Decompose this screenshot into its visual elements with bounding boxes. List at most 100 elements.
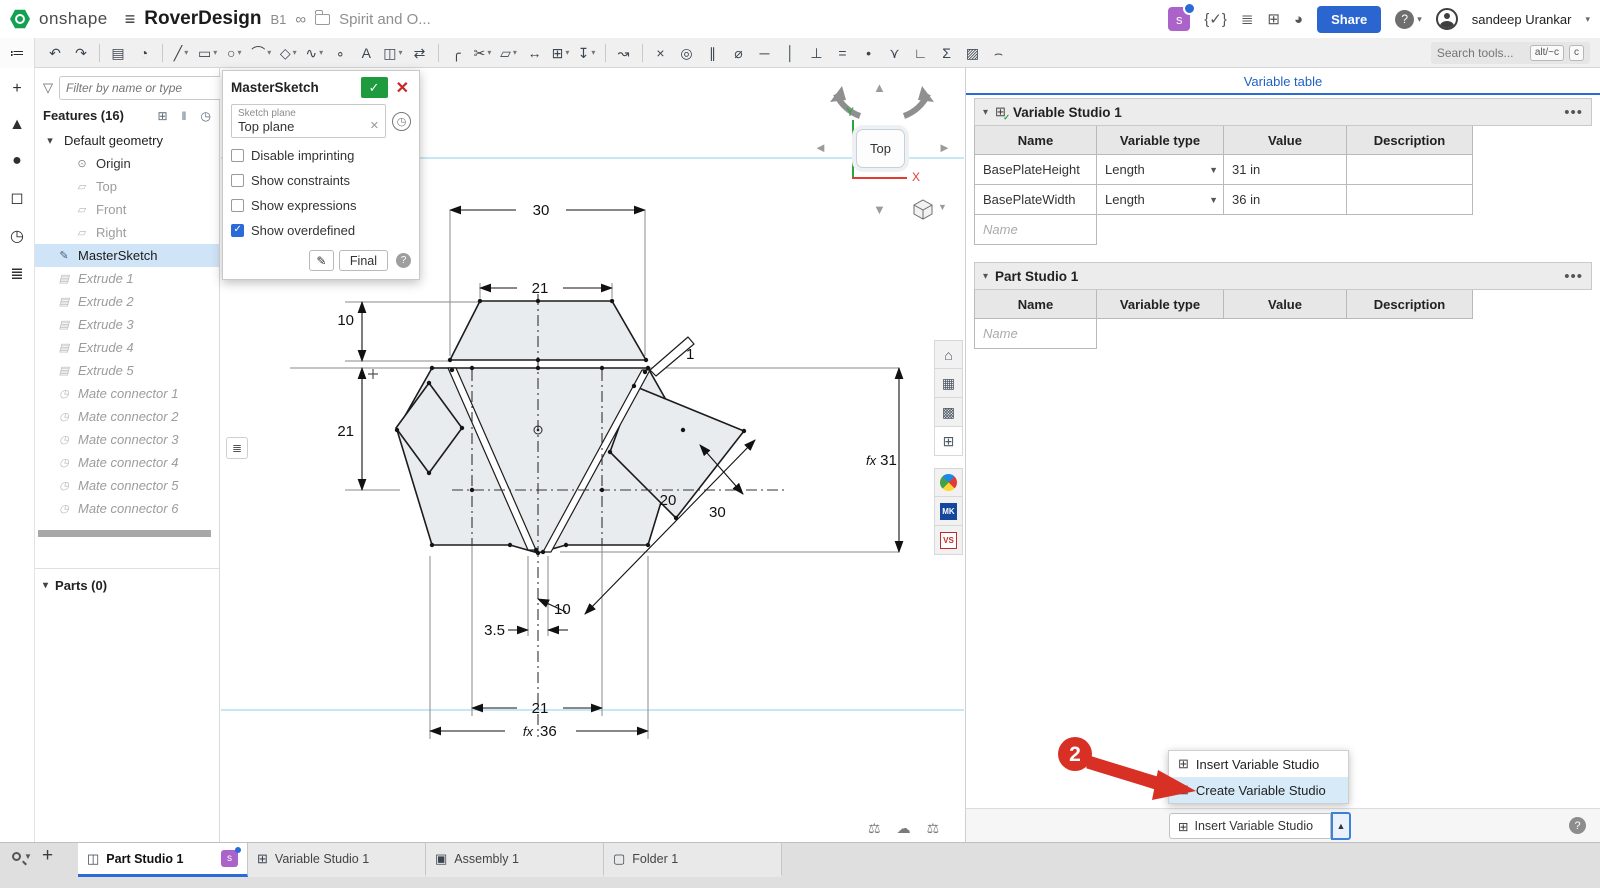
- help-icon[interactable]: ?: [1395, 10, 1414, 29]
- new-variable-row[interactable]: Name: [975, 319, 1473, 349]
- new-variable-name-input[interactable]: Name: [975, 215, 1097, 245]
- user-menu-chevron-icon[interactable]: ▾: [1585, 14, 1590, 25]
- scale-constraint-icon[interactable]: Σ ▾: [935, 41, 959, 65]
- feature-mastersketch[interactable]: ✎ MasterSketch: [35, 244, 219, 267]
- style-tool-icon[interactable]: ↝ ▾: [612, 41, 636, 65]
- variable-studio-panel-icon[interactable]: ⊞: [934, 427, 963, 456]
- panel-collapse-handle[interactable]: ≣: [226, 437, 248, 459]
- trim-tool-icon[interactable]: ✂ ▾: [471, 41, 495, 65]
- toolbar-icon[interactable]: ▾: [162, 44, 163, 62]
- print-3d-icon[interactable]: ⌂: [934, 340, 963, 369]
- link-icon[interactable]: ∞: [295, 11, 306, 28]
- chevron-down-icon[interactable]: ▾: [591, 48, 595, 57]
- release-tasks-icon[interactable]: ≣: [1241, 10, 1254, 28]
- feature-plane-front[interactable]: ▱ Front: [35, 198, 219, 221]
- feature-extrude-2[interactable]: ▤ Extrude 2: [35, 290, 219, 313]
- document-title[interactable]: RoverDesign: [144, 8, 261, 30]
- user-name[interactable]: sandeep Urankar: [1472, 12, 1572, 27]
- spline-tool-icon[interactable]: ∿ ▾: [302, 41, 326, 65]
- chevron-down-icon[interactable]: ▾: [983, 271, 988, 282]
- parts-section[interactable]: ▾ Parts (0): [35, 568, 219, 602]
- render-studio-icon[interactable]: ▦: [934, 369, 963, 398]
- symmetric-constraint-icon[interactable]: ⋎ ▾: [883, 41, 907, 65]
- checkbox-icon[interactable]: [231, 174, 244, 187]
- feature-origin[interactable]: ⊙ Origin: [35, 152, 219, 175]
- drawing-icon[interactable]: ▩: [934, 398, 963, 427]
- circle-tool-icon[interactable]: ○ ▾: [222, 41, 246, 65]
- feature-group-default-geometry[interactable]: ▾ Default geometry: [35, 129, 219, 152]
- show-constraints-checkbox[interactable]: Show constraints: [231, 173, 411, 188]
- feature-list-toggle[interactable]: ≔: [0, 38, 35, 68]
- rollback-bar[interactable]: [38, 530, 211, 537]
- insert-variable-studio-button[interactable]: ⊞ Insert Variable Studio: [1169, 813, 1331, 839]
- new-variable-name-input[interactable]: Name: [975, 319, 1097, 349]
- tab-variable-studio-1[interactable]: ⊞ Variable Studio 1: [248, 843, 426, 877]
- feature-extrude-4[interactable]: ▤ Extrude 4: [35, 336, 219, 359]
- search-tools-box[interactable]: alt/~c c: [1431, 42, 1590, 64]
- section-header[interactable]: ▾ Part Studio 1 •••: [974, 262, 1592, 290]
- export-dxf-icon[interactable]: ↧ ▾: [575, 41, 599, 65]
- sketch-plane-value[interactable]: Top plane: [238, 119, 294, 134]
- pattern-tool-icon[interactable]: ⊞ ▾: [549, 41, 573, 65]
- variable-description-cell[interactable]: [1347, 155, 1473, 185]
- appearance-icon[interactable]: ▲: [9, 116, 25, 134]
- app-mk-icon[interactable]: MK: [934, 497, 963, 526]
- parallel-constraint-icon[interactable]: ∥ ▾: [701, 41, 725, 65]
- scale-icon[interactable]: ⚖: [868, 820, 881, 837]
- chevron-down-icon[interactable]: ▾: [267, 48, 271, 57]
- checkbox-icon[interactable]: [231, 224, 244, 237]
- toolbar-icon[interactable]: ▾: [605, 44, 606, 62]
- history-icon[interactable]: ◷: [10, 226, 24, 246]
- chevron-down-icon[interactable]: ▾: [983, 107, 988, 118]
- disable-imprinting-checkbox[interactable]: Disable imprinting: [231, 148, 411, 163]
- tab-part-studio-1[interactable]: ◫ Part Studio 1 s: [78, 843, 248, 877]
- history-clock-icon[interactable]: ◷: [201, 109, 211, 123]
- dialog-help-icon[interactable]: ?: [396, 253, 411, 268]
- toolbar-icon[interactable]: ▾: [642, 44, 643, 62]
- sketch-geometry[interactable]: [396, 301, 744, 553]
- final-button[interactable]: Final: [339, 250, 388, 271]
- chevron-down-icon[interactable]: ▾: [319, 48, 323, 57]
- chevron-down-icon[interactable]: ▾: [487, 48, 491, 57]
- variable-name-cell[interactable]: BasePlateWidth: [975, 185, 1097, 215]
- feature-mate-connector-2[interactable]: ◷ Mate connector 2: [35, 405, 219, 428]
- toolbar-icon[interactable]: ▾: [438, 44, 439, 62]
- tangent-constraint-icon[interactable]: ⌀ ▾: [727, 41, 751, 65]
- chevron-down-icon[interactable]: ▾: [293, 48, 297, 57]
- main-menu-icon[interactable]: ≡: [125, 9, 136, 30]
- theme-icon[interactable]: ◕: [1294, 11, 1303, 28]
- fix-constraint-icon[interactable]: ▨ ▾: [961, 41, 985, 65]
- transform-tool-icon[interactable]: ▱ ▾: [497, 41, 521, 65]
- undo-icon[interactable]: ↶ ▾: [43, 41, 67, 65]
- feature-plane-top[interactable]: ▱ Top: [35, 175, 219, 198]
- feature-extrude-3[interactable]: ▤ Extrude 3: [35, 313, 219, 336]
- feature-mate-connector-6[interactable]: ◷ Mate connector 6: [35, 497, 219, 520]
- share-button[interactable]: Share: [1317, 6, 1381, 33]
- chevron-down-icon[interactable]: ▾: [399, 48, 403, 57]
- BasePlateHeight[interactable]: BasePlateHeight Length▼ 31 in: [975, 155, 1473, 185]
- chevron-down-icon[interactable]: ▾: [565, 48, 569, 57]
- offset-tool-icon[interactable]: ⇄ ▾: [408, 41, 432, 65]
- chevron-down-icon[interactable]: ▼: [1209, 155, 1218, 185]
- feature-mate-connector-4[interactable]: ◷ Mate connector 4: [35, 451, 219, 474]
- cloud-status-icon[interactable]: ☁: [897, 820, 911, 837]
- chevron-down-icon[interactable]: ▾: [213, 48, 217, 57]
- chevron-down-icon[interactable]: ▾: [237, 48, 241, 57]
- dimension-tool-icon[interactable]: ↔ ▾: [523, 41, 547, 65]
- units-icon[interactable]: ⚖: [927, 820, 940, 837]
- view-cube-icon[interactable]: [912, 198, 934, 220]
- new-variable-row[interactable]: Name: [975, 215, 1473, 245]
- configuration-icon[interactable]: ◻: [10, 188, 23, 208]
- new-folder-icon[interactable]: ⊞: [157, 109, 167, 123]
- horizontal-constraint-icon[interactable]: ─ ▾: [753, 41, 777, 65]
- slot-tool-icon[interactable]: ◫ ▾: [380, 41, 405, 65]
- view-cube-face[interactable]: Top: [856, 129, 905, 168]
- rotate-down-icon[interactable]: ▼: [873, 202, 886, 217]
- chevron-down-icon[interactable]: ▼: [1209, 185, 1218, 215]
- search-tools-input[interactable]: [1437, 46, 1525, 60]
- line-tool-icon[interactable]: ╱ ▾: [169, 41, 193, 65]
- feature-mate-connector-5[interactable]: ◷ Mate connector 5: [35, 474, 219, 497]
- variable-description-cell[interactable]: [1347, 185, 1473, 215]
- text-tool-icon[interactable]: A ▾: [354, 41, 378, 65]
- show-overdefined-checkbox[interactable]: Show overdefined: [231, 223, 411, 238]
